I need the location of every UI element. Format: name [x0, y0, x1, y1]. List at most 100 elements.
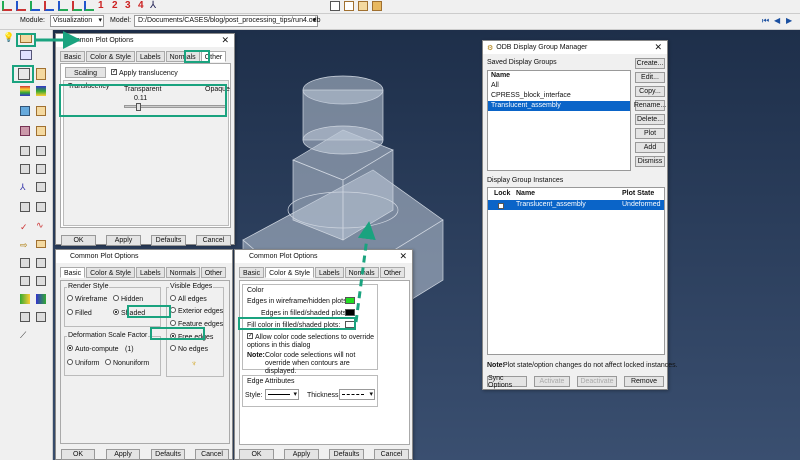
auto-compute-radio[interactable]: Auto-compute: [67, 345, 119, 353]
group-item-selected[interactable]: Translucent_assembly: [488, 101, 630, 111]
tab-normals[interactable]: Normals: [344, 267, 379, 278]
tab-normals[interactable]: Normals: [165, 267, 200, 278]
tab-basic[interactable]: Basic: [60, 267, 86, 278]
uniform-radio[interactable]: Uniform: [67, 359, 100, 367]
all-edges-radio[interactable]: All edges: [170, 295, 207, 303]
contour-icon[interactable]: [36, 86, 46, 96]
deactivate-button[interactable]: Deactivate: [577, 376, 617, 387]
grid-icon[interactable]: [20, 164, 30, 174]
subtab-scaling[interactable]: Scaling: [65, 67, 106, 78]
group-item[interactable]: All: [488, 81, 630, 91]
xy-plot-icon[interactable]: ✓: [20, 222, 28, 233]
cancel-button[interactable]: Cancel: [374, 449, 409, 460]
material-icon[interactable]: [20, 126, 30, 136]
table-icon[interactable]: [36, 182, 46, 192]
contour-icon[interactable]: [20, 86, 30, 96]
delete-button[interactable]: Delete...: [635, 114, 665, 125]
chart-icon[interactable]: [20, 258, 30, 268]
chart-icon[interactable]: [36, 258, 46, 268]
cancel-button[interactable]: Cancel: [196, 235, 231, 246]
color-icon[interactable]: [36, 294, 46, 304]
tab-color-style[interactable]: Color & Style: [86, 51, 135, 62]
sync-options-button[interactable]: Sync Options: [487, 375, 527, 389]
tab-color-style[interactable]: Color & Style: [265, 267, 314, 278]
hidden-radio[interactable]: Hidden: [113, 295, 143, 303]
tab-basic[interactable]: Basic: [60, 51, 86, 62]
tab-labels[interactable]: Labels: [135, 267, 165, 278]
axis-icon[interactable]: [84, 1, 94, 11]
model-select[interactable]: D:/Documents/CASES/blog/post_processing_…: [134, 15, 321, 27]
edges-filled-swatch[interactable]: [345, 309, 355, 316]
edges-wireframe-swatch[interactable]: [345, 297, 355, 304]
copy-button[interactable]: Copy...: [635, 86, 665, 97]
lock-checkbox[interactable]: [498, 203, 504, 210]
apply-translucency-checkbox[interactable]: ✓ Apply translucency: [111, 69, 178, 77]
tab-labels[interactable]: Labels: [135, 51, 165, 62]
create-button[interactable]: Create...: [635, 58, 665, 69]
defaults-button[interactable]: Defaults: [329, 449, 364, 460]
wireframe-radio[interactable]: Wireframe: [67, 295, 107, 303]
probe-icon[interactable]: ⟋: [20, 330, 26, 341]
tab-basic[interactable]: Basic: [239, 267, 265, 278]
tab-other[interactable]: Other: [200, 267, 227, 278]
axis-icon[interactable]: [30, 1, 40, 11]
axis-icon[interactable]: [2, 1, 12, 11]
tab-color-style[interactable]: Color & Style: [86, 267, 135, 278]
cube-icon[interactable]: [372, 1, 382, 11]
color-icon[interactable]: [20, 294, 30, 304]
bulb-icon[interactable]: 💡: [3, 32, 14, 43]
apply-button[interactable]: Apply: [284, 449, 319, 460]
axis-icon[interactable]: [16, 1, 26, 11]
symbol-icon[interactable]: [36, 106, 46, 116]
activate-button[interactable]: Activate: [534, 376, 570, 387]
axis-icon[interactable]: [58, 1, 68, 11]
defaults-button[interactable]: Defaults: [151, 449, 185, 460]
exterior-edges-radio[interactable]: Exterior edges: [170, 307, 223, 315]
axis-icon[interactable]: [44, 1, 54, 11]
apply-button[interactable]: Apply: [106, 449, 140, 460]
cancel-button[interactable]: Cancel: [195, 449, 229, 460]
view-number-1[interactable]: 1: [98, 0, 104, 11]
symbol-icon[interactable]: [20, 106, 30, 116]
tab-other[interactable]: Other: [379, 267, 406, 278]
apply-button[interactable]: Apply: [106, 235, 141, 246]
filled-radio[interactable]: Filled: [67, 309, 92, 317]
cube-icon[interactable]: [330, 1, 340, 11]
allow-override-checkbox[interactable]: ✓ Allow color code selections to override…: [247, 333, 375, 350]
arrow-icon[interactable]: ⇨: [20, 240, 28, 251]
group-item[interactable]: CPRESS_block_interface: [488, 91, 630, 101]
xy-plot-icon[interactable]: ∿: [36, 220, 44, 231]
deform-icon[interactable]: [36, 68, 46, 80]
plot-button[interactable]: Plot: [635, 128, 665, 139]
close-icon[interactable]: ✕: [221, 35, 229, 46]
remove-button[interactable]: Remove: [624, 376, 664, 387]
ok-button[interactable]: OK: [61, 235, 96, 246]
rename-button[interactable]: Rename...: [634, 100, 666, 111]
view-number-3[interactable]: 3: [125, 0, 131, 11]
legend-icon[interactable]: [20, 50, 32, 60]
prev-frame-icon[interactable]: ◀: [774, 16, 780, 25]
grid-icon[interactable]: [20, 146, 30, 156]
dismiss-button[interactable]: Dismiss: [635, 156, 665, 167]
module-select[interactable]: Visualization ▾: [50, 15, 104, 27]
add-button[interactable]: Add: [635, 142, 665, 153]
nonuniform-radio[interactable]: Nonuniform: [105, 359, 149, 367]
tab-labels[interactable]: Labels: [314, 267, 344, 278]
saved-groups-list[interactable]: Name All CPRESS_block_interface Transluc…: [487, 70, 631, 171]
material-icon[interactable]: [36, 126, 46, 136]
ok-button[interactable]: OK: [239, 449, 274, 460]
first-frame-icon[interactable]: ⏮: [762, 16, 769, 26]
edit-button[interactable]: Edit...: [635, 72, 665, 83]
chart-icon[interactable]: [36, 276, 46, 286]
next-frame-icon[interactable]: ▶: [786, 16, 792, 25]
table-icon[interactable]: [20, 202, 30, 212]
style-select[interactable]: ▾: [265, 389, 299, 400]
path-icon[interactable]: ⅄: [20, 182, 26, 193]
cube-icon[interactable]: [358, 1, 368, 11]
view-number-4[interactable]: 4: [138, 0, 144, 11]
bulb-icon[interactable]: ♆: [191, 359, 197, 368]
axis-icon[interactable]: [72, 1, 82, 11]
chart-icon[interactable]: [20, 276, 30, 286]
grid-icon[interactable]: [36, 146, 46, 156]
table-icon[interactable]: [36, 202, 46, 212]
